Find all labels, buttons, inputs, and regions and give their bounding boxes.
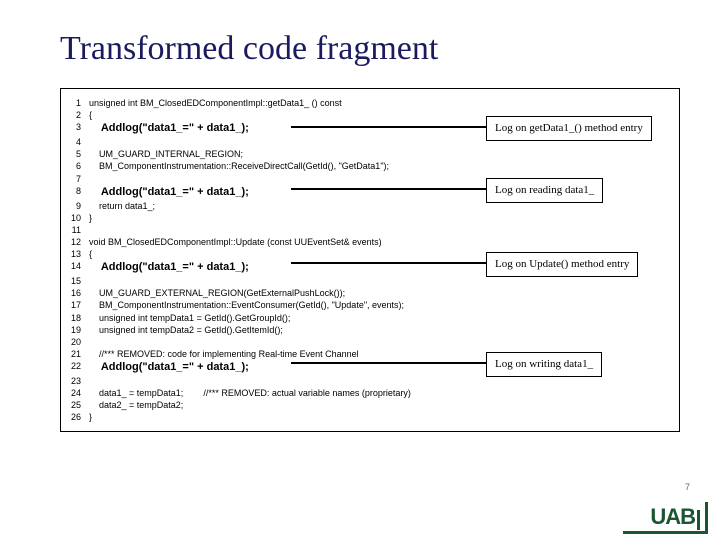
logo-bar-icon — [697, 510, 700, 530]
callout-getdata-entry: Log on getData1_() method entry — [486, 116, 652, 141]
slide-title: Transformed code fragment — [60, 30, 680, 68]
code-line: unsigned int tempData1 = GetId().GetGrou… — [89, 312, 673, 324]
code-line: BM_ComponentInstrumentation::ReceiveDire… — [89, 160, 673, 172]
line-number: 23 — [67, 375, 89, 387]
code-line: unsigned int tempData2 = GetId().GetItem… — [89, 324, 673, 336]
code-box: 1unsigned int BM_ClosedEDComponentImpl::… — [60, 88, 680, 432]
connector-line — [291, 188, 486, 190]
line-number: 17 — [67, 299, 89, 311]
line-number: 13 — [67, 248, 89, 260]
code-line: BM_ComponentInstrumentation::EventConsum… — [89, 299, 673, 311]
connector-line — [291, 362, 486, 364]
callout-read-data1: Log on reading data1_ — [486, 178, 603, 203]
code-line: data1_ = tempData1; //*** REMOVED: actua… — [89, 387, 673, 399]
callout-update-entry: Log on Update() method entry — [486, 252, 638, 277]
code-line: data2_ = tempData2; — [89, 399, 673, 411]
code-line: } — [89, 212, 673, 224]
line-number: 10 — [67, 212, 89, 224]
connector-line — [291, 262, 486, 264]
code-line: UM_GUARD_INTERNAL_REGION; — [89, 148, 673, 160]
connector-line — [291, 126, 486, 128]
line-number: 19 — [67, 324, 89, 336]
line-number: 12 — [67, 236, 89, 248]
line-number: 4 — [67, 136, 89, 148]
line-number: 9 — [67, 200, 89, 212]
line-number: 25 — [67, 399, 89, 411]
page-number: 7 — [685, 482, 690, 492]
line-number: 22 — [67, 360, 89, 372]
line-number: 6 — [67, 160, 89, 172]
line-number: 26 — [67, 411, 89, 423]
line-number: 18 — [67, 312, 89, 324]
line-number: 20 — [67, 336, 89, 348]
line-number: 11 — [67, 224, 89, 236]
code-line: unsigned int BM_ClosedEDComponentImpl::g… — [89, 97, 673, 109]
line-number: 24 — [67, 387, 89, 399]
callout-write-data1: Log on writing data1_ — [486, 352, 602, 377]
line-number: 1 — [67, 97, 89, 109]
code-line: UM_GUARD_EXTERNAL_REGION(GetExternalPush… — [89, 287, 673, 299]
line-number: 3 — [67, 121, 89, 133]
uab-logo: UAB — [650, 504, 700, 530]
line-number: 15 — [67, 275, 89, 287]
line-number: 8 — [67, 185, 89, 197]
line-number: 2 — [67, 109, 89, 121]
line-number: 5 — [67, 148, 89, 160]
line-number: 21 — [67, 348, 89, 360]
line-number: 14 — [67, 260, 89, 272]
logo-text: UAB — [650, 504, 695, 529]
code-line: } — [89, 411, 673, 423]
code-line: void BM_ClosedEDComponentImpl::Update (c… — [89, 236, 673, 248]
line-number: 7 — [67, 173, 89, 185]
line-number: 16 — [67, 287, 89, 299]
